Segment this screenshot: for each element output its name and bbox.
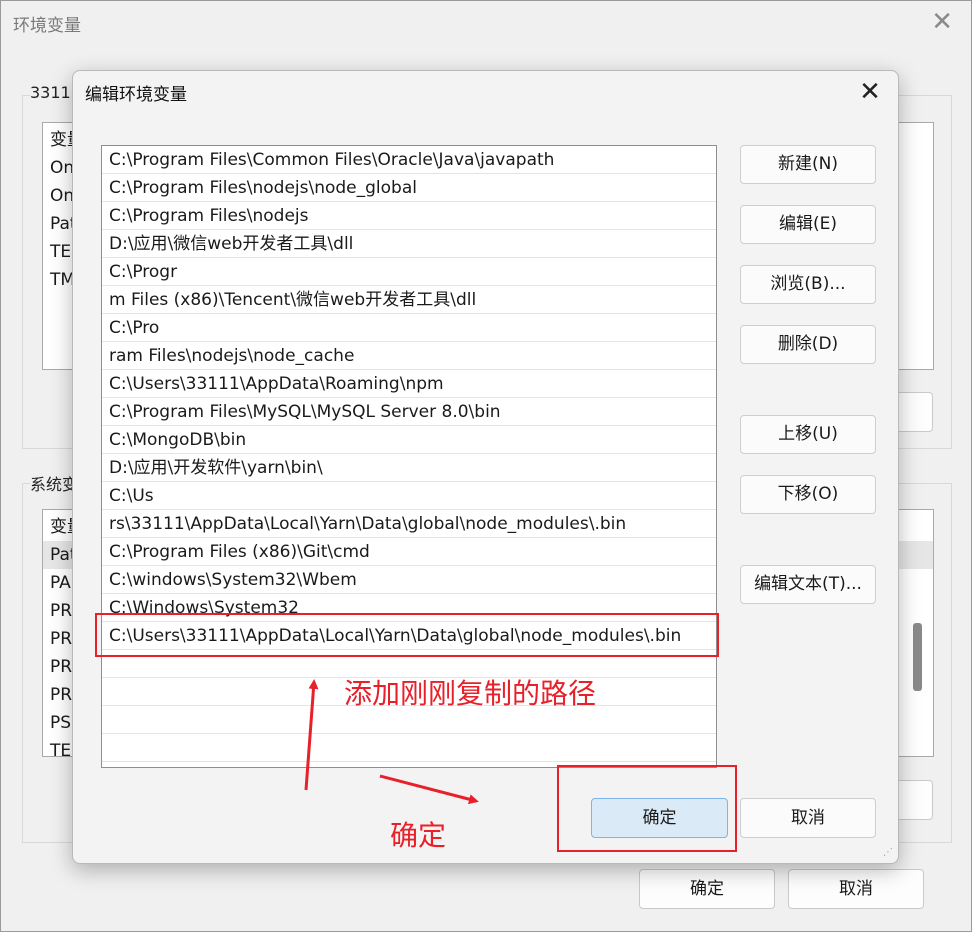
edit-env-variable-dialog: 编辑环境变量 ✕ C:\Program Files\Common Files\O… [72,70,899,864]
path-item[interactable]: C:\MongoDB\bin [102,426,716,454]
path-item[interactable]: C:\Us [102,482,716,510]
path-item[interactable]: C:\Program Files (x86)\Git\cmd [102,538,716,566]
path-item[interactable]: D:\应用\开发软件\yarn\bin\ [102,454,716,482]
add-path-annotation: 添加刚刚复制的路径 [344,677,597,710]
move-down-button[interactable]: 下移(O) [740,475,876,514]
close-icon[interactable]: ✕ [931,7,953,37]
cancel-button[interactable]: 取消 [740,798,876,838]
path-item[interactable]: C:\Pro [102,314,716,342]
path-item[interactable]: C:\Program Files\Common Files\Oracle\Jav… [102,146,716,174]
new-button[interactable]: 新建(N) [740,145,876,184]
path-item[interactable]: m Files (x86)\Tencent\微信web开发者工具\dll [102,286,716,314]
bg-cancel-button[interactable]: 取消 [788,869,924,909]
window-title: 环境变量 [13,16,81,36]
close-icon[interactable]: ✕ [856,75,884,109]
path-item[interactable]: ram Files\nodejs\node_cache [102,342,716,370]
path-item[interactable]: C:\Program Files\nodejs [102,202,716,230]
delete-button[interactable]: 删除(D) [740,325,876,364]
bg-ok-button[interactable]: 确定 [639,869,775,909]
edit-text-button[interactable]: 编辑文本(T)... [740,565,876,604]
new-path-highlight [95,613,719,657]
path-item[interactable]: D:\应用\微信web开发者工具\dll [102,230,716,258]
path-item[interactable]: C:\Progr [102,258,716,286]
resize-grip-icon[interactable]: ⋰ [883,848,895,860]
path-item-empty[interactable] [102,734,716,762]
path-item[interactable]: C:\Users\33111\AppData\Roaming\npm [102,370,716,398]
move-up-button[interactable]: 上移(U) [740,415,876,454]
path-item[interactable]: C:\Program Files\nodejs\node_global [102,174,716,202]
ok-button-highlight [557,765,737,852]
user-variables-label: 3311 [30,83,75,102]
path-item[interactable]: C:\Program Files\MySQL\MySQL Server 8.0\… [102,398,716,426]
path-item[interactable]: C:\windows\System32\Wbem [102,566,716,594]
dialog-title: 编辑环境变量 [85,85,187,105]
path-item[interactable]: rs\33111\AppData\Local\Yarn\Data\global\… [102,510,716,538]
confirm-annotation: 确定 [390,819,447,852]
browse-button[interactable]: 浏览(B)... [740,265,876,304]
scrollbar-thumb[interactable] [913,623,922,691]
edit-button[interactable]: 编辑(E) [740,205,876,244]
